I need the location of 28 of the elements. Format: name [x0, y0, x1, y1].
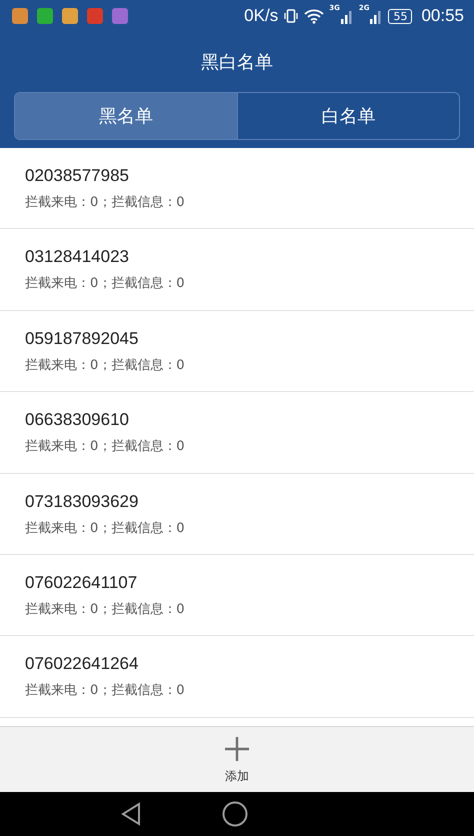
block-stats: 拦截来电：0；拦截信息：0	[25, 600, 186, 618]
block-stats: 拦截来电：0；拦截信息：0	[25, 194, 186, 211]
screen-title: 黑白名单	[200, 51, 274, 75]
block-stats: 拦截来电：0；拦截信息：0	[25, 356, 186, 374]
vibrate-icon	[283, 8, 300, 24]
phone-number[interactable]: 073183093629	[25, 492, 449, 512]
tab[interactable]: 白名单	[236, 93, 459, 139]
phone-number[interactable]: 076022641107	[25, 572, 449, 593]
phone-number[interactable]: 076022641264	[25, 654, 449, 674]
phone-number[interactable]: 059187892045	[25, 328, 449, 349]
block-stats: 拦截来电：0；拦截信息：0	[25, 520, 186, 537]
block-stats: 拦截来电：0；拦截信息：0	[25, 275, 186, 292]
block-stats: 拦截来电：0；拦截信息：0	[25, 682, 186, 700]
phone-number[interactable]: 02038577985	[25, 166, 449, 186]
phone-number[interactable]: 03128414023	[25, 247, 449, 268]
back-icon[interactable]	[120, 802, 142, 826]
signal-icon	[340, 8, 354, 24]
network-speed: 0K/s	[244, 6, 278, 26]
add-button[interactable]: 添加	[218, 727, 256, 792]
clock: 00:55	[421, 6, 464, 26]
wifi-icon	[304, 8, 324, 24]
block-stats: 拦截来电：0；拦截信息：0	[25, 438, 186, 456]
battery-level: 55	[388, 8, 412, 24]
signal-icon	[369, 8, 384, 24]
tab[interactable]: 黑名单	[15, 93, 236, 139]
phone-number[interactable]: 06638309610	[25, 410, 449, 430]
plus-icon	[224, 736, 250, 762]
home-icon[interactable]	[222, 801, 248, 827]
